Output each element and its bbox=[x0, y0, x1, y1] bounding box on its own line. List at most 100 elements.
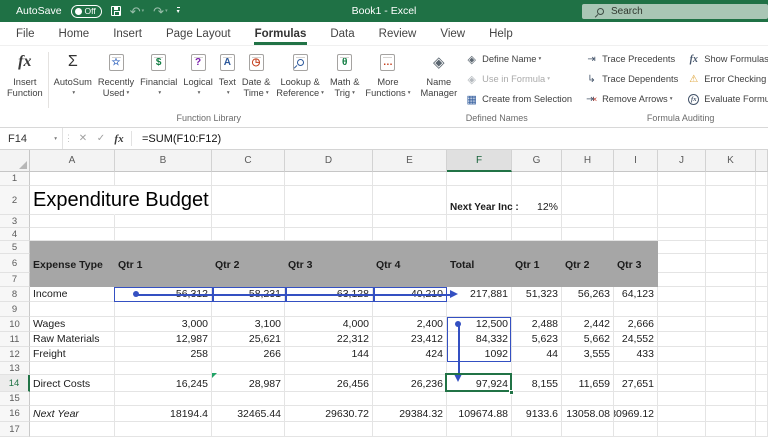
cell-I14[interactable]: 27,651 bbox=[614, 375, 658, 392]
cell-H16[interactable]: 13058.08 bbox=[562, 406, 614, 422]
insert-function-fx-icon[interactable]: fx bbox=[110, 128, 128, 149]
cell-K10[interactable] bbox=[706, 317, 756, 332]
cell-K5[interactable] bbox=[706, 241, 756, 254]
row-header-1[interactable]: 1 bbox=[0, 172, 30, 186]
enter-icon[interactable]: ✓ bbox=[92, 128, 110, 149]
redo-icon[interactable]: ↷ ▾ bbox=[153, 5, 167, 18]
cell-H14[interactable]: 11,659 bbox=[562, 375, 614, 392]
cell-E11[interactable]: 23,412 bbox=[373, 332, 447, 347]
cell-K7[interactable] bbox=[706, 273, 756, 287]
cell-C16[interactable]: 32465.44 bbox=[212, 406, 285, 422]
cell-H6[interactable]: Qtr 2 bbox=[562, 254, 614, 273]
cell-C2[interactable] bbox=[212, 186, 285, 215]
cell-E2[interactable] bbox=[373, 186, 447, 215]
math-trig-button[interactable]: θ Math & Trig ▾ bbox=[327, 48, 362, 112]
cell-A4[interactable] bbox=[30, 228, 115, 241]
create-from-selection-button[interactable]: ▦ Create from Selection bbox=[460, 89, 576, 109]
cell-J8[interactable] bbox=[658, 287, 706, 302]
cell-C12[interactable]: 266 bbox=[212, 347, 285, 362]
cell-E6[interactable]: Qtr 4 bbox=[373, 254, 447, 273]
tab-file[interactable]: File bbox=[4, 22, 47, 45]
cell-I5[interactable] bbox=[614, 241, 658, 254]
cell-D1[interactable] bbox=[285, 172, 373, 186]
column-header-A[interactable]: A bbox=[30, 150, 115, 172]
show-formulas-button[interactable]: fx Show Formulas bbox=[682, 49, 768, 69]
cell-H1[interactable] bbox=[562, 172, 614, 186]
column-header-G[interactable]: G bbox=[512, 150, 562, 172]
cell-D12[interactable]: 144 bbox=[285, 347, 373, 362]
tab-insert[interactable]: Insert bbox=[101, 22, 154, 45]
undo-icon[interactable]: ↶ ▾ bbox=[130, 5, 144, 18]
cancel-icon[interactable]: ✕ bbox=[74, 128, 92, 149]
cell-I15[interactable] bbox=[614, 392, 658, 406]
cell-G11[interactable]: 5,623 bbox=[512, 332, 562, 347]
cell-E14[interactable]: 26,236 bbox=[373, 375, 447, 392]
cell-D9[interactable] bbox=[285, 302, 373, 317]
cell-A17[interactable] bbox=[30, 422, 115, 437]
cell-K2[interactable] bbox=[706, 186, 756, 215]
cell-A13[interactable] bbox=[30, 362, 115, 375]
row-header-3[interactable]: 3 bbox=[0, 215, 30, 228]
row-header-11[interactable]: 11 bbox=[0, 332, 30, 347]
cell-B7[interactable] bbox=[115, 273, 212, 287]
cell-J17[interactable] bbox=[658, 422, 706, 437]
cell-B16[interactable]: 18194.4 bbox=[115, 406, 212, 422]
cell-K8[interactable] bbox=[706, 287, 756, 302]
autosum-button[interactable]: Σ AutoSum ▾ bbox=[51, 48, 95, 112]
cell-J2[interactable] bbox=[658, 186, 706, 215]
cell-F3[interactable] bbox=[447, 215, 512, 228]
cell-A10[interactable]: Wages bbox=[30, 317, 115, 332]
cell-I6[interactable]: Qtr 3 bbox=[614, 254, 658, 273]
cell-F2[interactable]: Next Year Inc : bbox=[447, 186, 519, 215]
financial-button[interactable]: $ Financial ▾ bbox=[137, 48, 180, 112]
cell-B15[interactable] bbox=[115, 392, 212, 406]
row-header-6[interactable]: 6 bbox=[0, 254, 30, 273]
cell-B12[interactable]: 258 bbox=[115, 347, 212, 362]
cell-A2[interactable]: Expenditure Budget bbox=[30, 186, 209, 215]
more-functions-button[interactable]: … More Functions ▾ bbox=[362, 48, 413, 112]
cell-C10[interactable]: 3,100 bbox=[212, 317, 285, 332]
row-header-8[interactable]: 8 bbox=[0, 287, 30, 302]
cell-E3[interactable] bbox=[373, 215, 447, 228]
cell-B13[interactable] bbox=[115, 362, 212, 375]
recently-used-button[interactable]: ☆ Recently Used ▾ bbox=[95, 48, 137, 112]
cell-J11[interactable] bbox=[658, 332, 706, 347]
search-box[interactable]: Search bbox=[582, 4, 768, 19]
cell-G4[interactable] bbox=[512, 228, 562, 241]
cell-C1[interactable] bbox=[212, 172, 285, 186]
cell-A11[interactable]: Raw Materials bbox=[30, 332, 115, 347]
cell-E12[interactable]: 424 bbox=[373, 347, 447, 362]
cell-B9[interactable] bbox=[115, 302, 212, 317]
cell-G3[interactable] bbox=[512, 215, 562, 228]
cell-C14[interactable]: 28,987 bbox=[212, 375, 285, 392]
cell-K15[interactable] bbox=[706, 392, 756, 406]
fill-handle[interactable] bbox=[509, 390, 514, 395]
save-icon[interactable] bbox=[110, 6, 121, 16]
cell-A5[interactable] bbox=[30, 241, 115, 254]
cell-K16[interactable] bbox=[706, 406, 756, 422]
cell-E15[interactable] bbox=[373, 392, 447, 406]
cell-G16[interactable]: 9133.6 bbox=[512, 406, 562, 422]
cell-J14[interactable] bbox=[658, 375, 706, 392]
cell-B3[interactable] bbox=[115, 215, 212, 228]
cell-D4[interactable] bbox=[285, 228, 373, 241]
cell-A14[interactable]: Direct Costs bbox=[30, 375, 115, 392]
cell-D11[interactable]: 22,312 bbox=[285, 332, 373, 347]
cell-K1[interactable] bbox=[706, 172, 756, 186]
cell-H4[interactable] bbox=[562, 228, 614, 241]
column-header-B[interactable]: B bbox=[115, 150, 212, 172]
cell-H13[interactable] bbox=[562, 362, 614, 375]
cell-G5[interactable] bbox=[512, 241, 562, 254]
cell-C9[interactable] bbox=[212, 302, 285, 317]
cell-J9[interactable] bbox=[658, 302, 706, 317]
cell-E1[interactable] bbox=[373, 172, 447, 186]
cell-B17[interactable] bbox=[115, 422, 212, 437]
insert-function-button[interactable]: fx Insert Function bbox=[4, 48, 46, 112]
cell-H8[interactable]: 56,263 bbox=[562, 287, 614, 302]
cell-H3[interactable] bbox=[562, 215, 614, 228]
cell-C7[interactable] bbox=[212, 273, 285, 287]
cell-C3[interactable] bbox=[212, 215, 285, 228]
row-header-13[interactable]: 13 bbox=[0, 362, 30, 375]
cell-G6[interactable]: Qtr 1 bbox=[512, 254, 562, 273]
cell-G8[interactable]: 51,323 bbox=[512, 287, 562, 302]
